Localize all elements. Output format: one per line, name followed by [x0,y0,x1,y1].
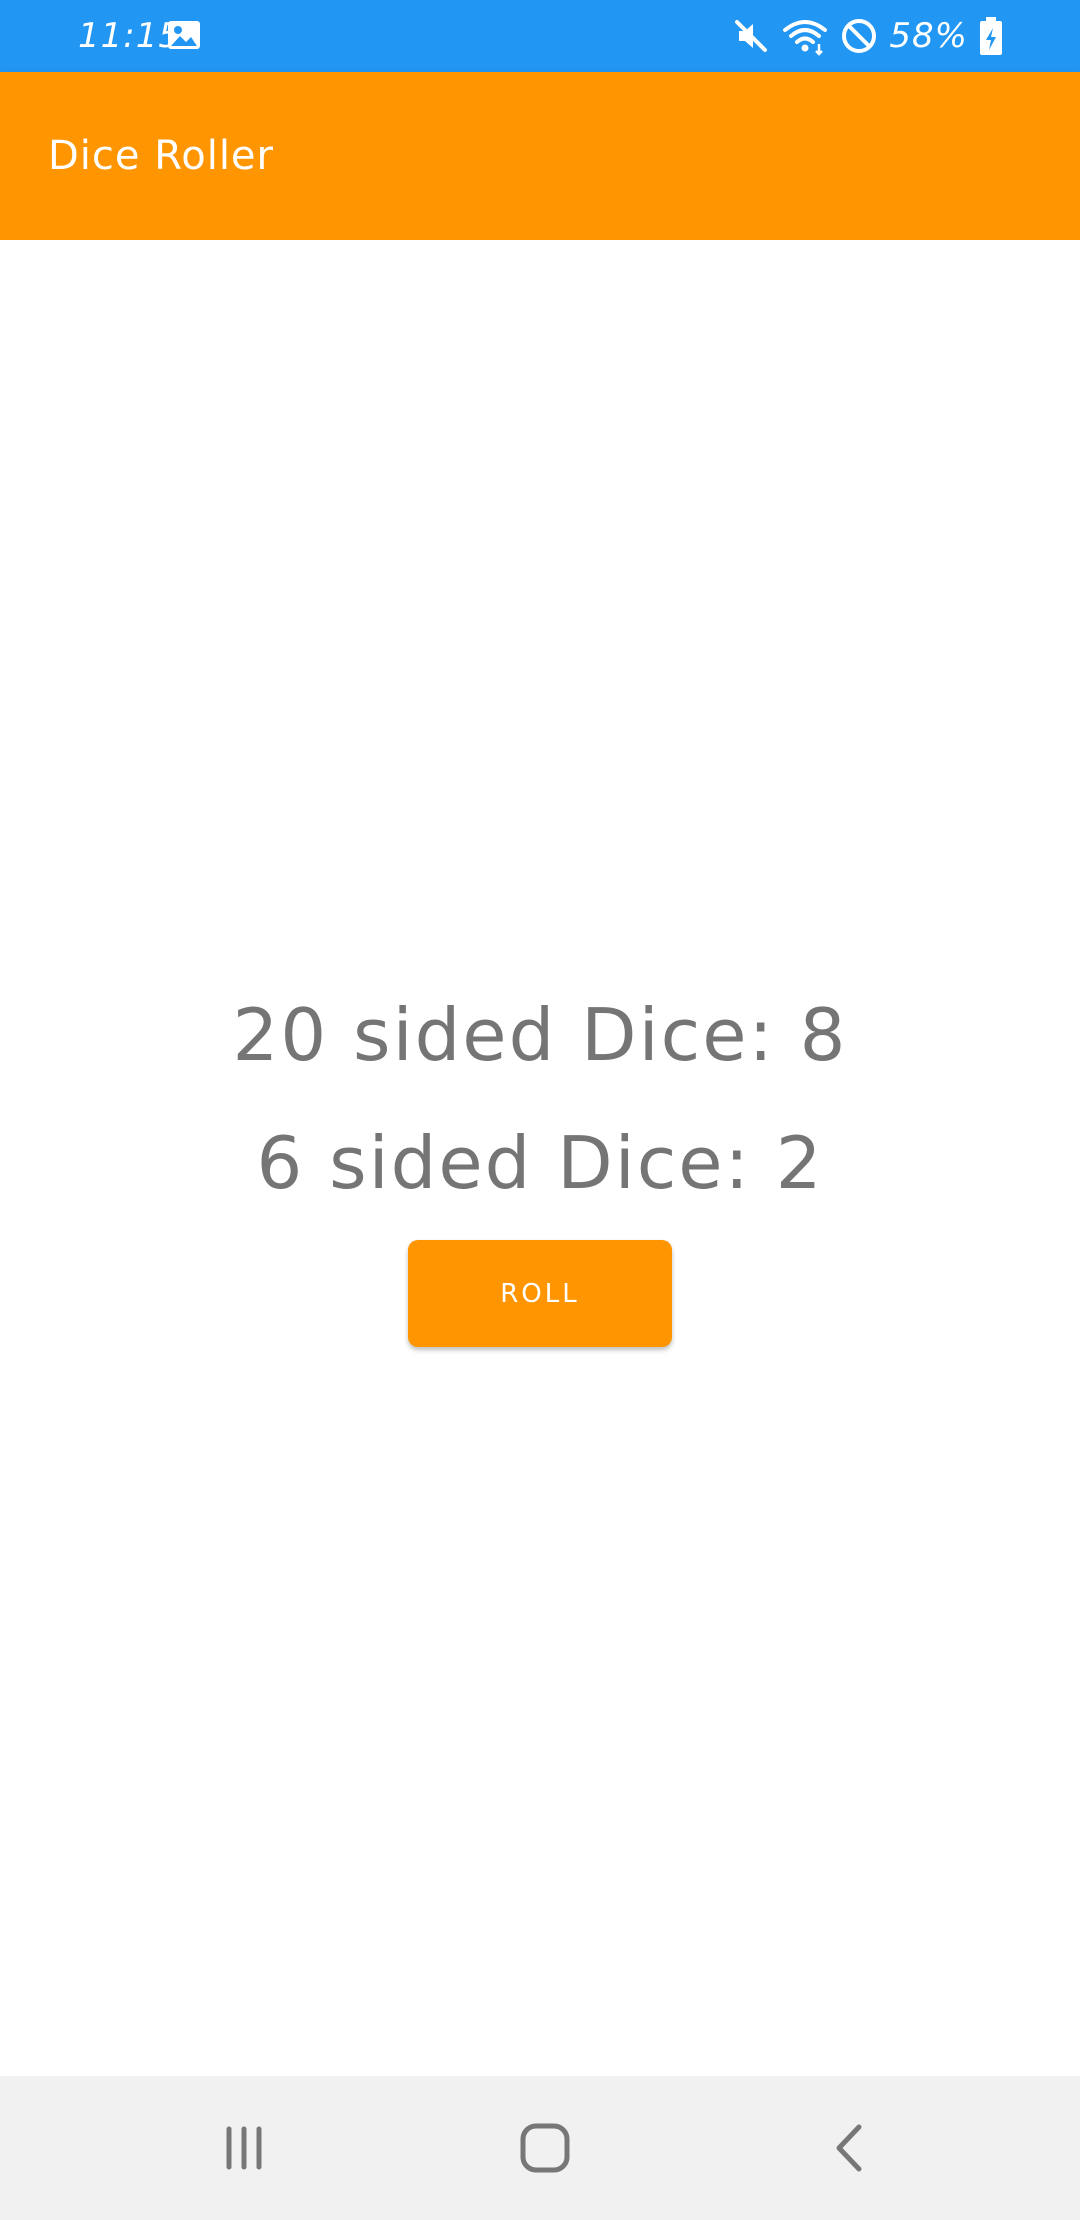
mute-icon [735,20,768,52]
dice-20-result: 20 sided Dice: 8 [232,993,848,1077]
wifi-icon [783,20,828,56]
back-button[interactable] [804,2106,894,2190]
back-icon [836,2124,862,2172]
gallery-icon [168,21,200,49]
home-button[interactable] [500,2106,590,2190]
recents-icon [226,2126,262,2170]
home-icon [520,2123,570,2173]
app-title: Dice Roller [48,133,274,179]
main-content: 20 sided Dice: 8 6 sided Dice: 2 ROLL [0,240,1080,2076]
status-bar: 11:15 58% [0,0,1080,72]
battery-percent: 58% [889,16,968,56]
navigation-bar [0,2076,1080,2220]
roll-button[interactable]: ROLL [408,1240,672,1347]
do-not-disturb-icon [842,19,877,53]
status-icons: 58% [731,14,1004,58]
battery-charging-icon [980,17,1002,55]
recents-button[interactable] [199,2106,289,2190]
dice-6-result: 6 sided Dice: 2 [256,1121,824,1205]
app-bar: Dice Roller [0,72,1080,240]
